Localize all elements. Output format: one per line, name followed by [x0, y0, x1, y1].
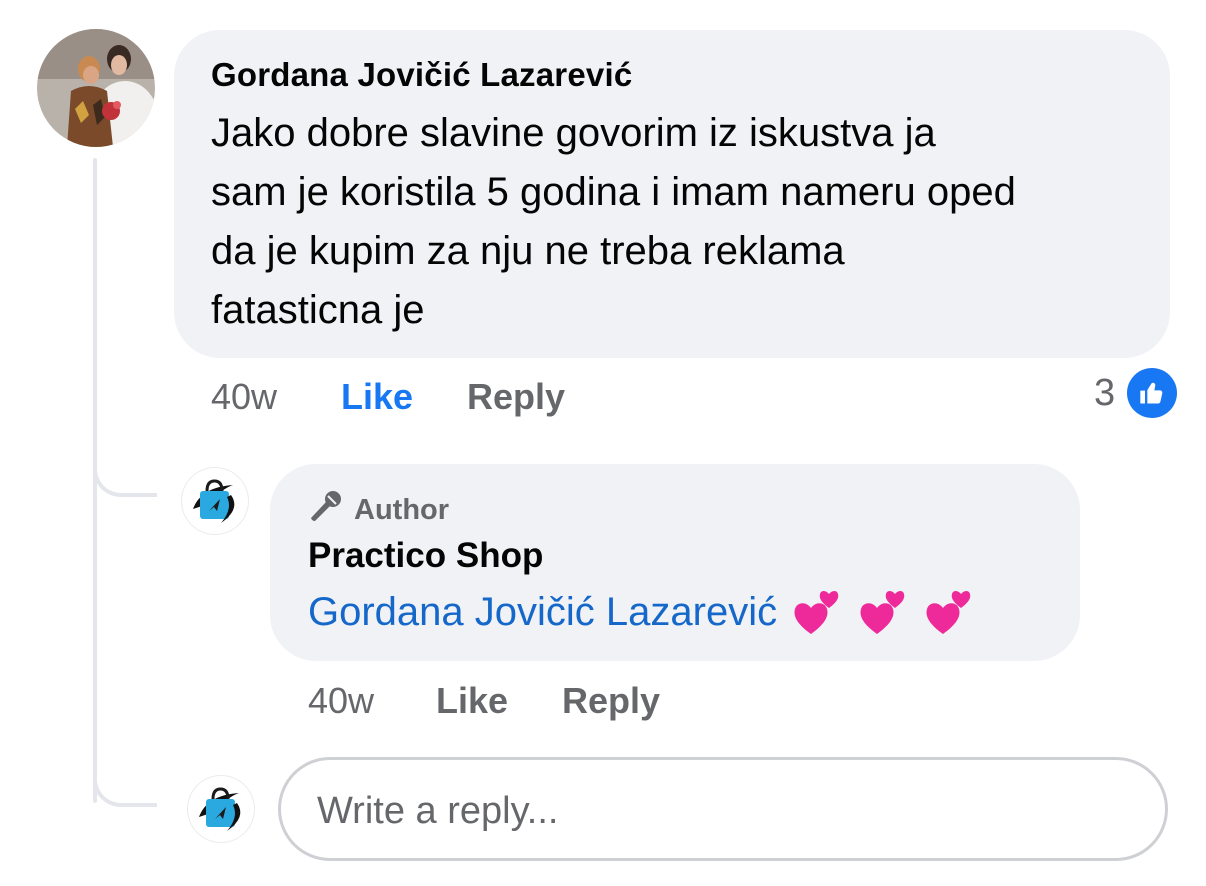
author-badge-label: Author: [354, 493, 450, 526]
shop-avatar[interactable]: [181, 467, 249, 535]
reply-timestamp[interactable]: 40w: [308, 680, 436, 722]
thumbs-up-icon: [1127, 368, 1178, 418]
reply-author-name[interactable]: Practico Shop: [308, 536, 543, 576]
emoji-group: [791, 586, 975, 638]
comment-actions: 40w Like Reply: [211, 372, 565, 422]
two-hearts-emoji-icon: [860, 591, 905, 634]
thread-connector-reply: [93, 445, 157, 497]
two-hearts-emoji-icon: [926, 591, 971, 634]
two-hearts-emoji-icon: [794, 591, 839, 634]
commenter-avatar[interactable]: [37, 29, 155, 147]
comment-text-line: Jako dobre slavine govorim iz iskustva j…: [211, 111, 936, 155]
mention-link[interactable]: Gordana Jovičić Lazarević: [308, 590, 777, 635]
comment-text-line: fatasticna je: [211, 288, 425, 332]
comment-text: Jako dobre slavine govorim iz iskustva j…: [211, 104, 1161, 340]
reply-input[interactable]: [315, 784, 1119, 838]
composer-avatar[interactable]: [187, 775, 255, 843]
shopping-bag-logo-icon: [188, 776, 254, 842]
thread-connector-composer: [93, 755, 157, 807]
comment-timestamp[interactable]: 40w: [211, 376, 341, 418]
comment-text-line: sam je koristila 5 godina i imam nameru …: [211, 170, 1016, 214]
comment-reply-button[interactable]: Reply: [467, 376, 565, 418]
reply-actions: 40w Like Reply: [308, 676, 660, 726]
reply-composer[interactable]: [278, 757, 1168, 861]
comment-like-button[interactable]: Like: [341, 376, 467, 418]
comment-author-name[interactable]: Gordana Jovičić Lazarević: [211, 56, 632, 94]
microphone-icon: [308, 488, 344, 532]
reaction-summary[interactable]: 3: [1094, 366, 1178, 420]
comment-text-line: da je kupim za nju ne treba reklama: [211, 229, 845, 273]
shopping-bag-logo-icon: [182, 468, 248, 534]
reply-text: Gordana Jovičić Lazarević: [308, 586, 975, 638]
reaction-count: 3: [1094, 371, 1116, 414]
author-badge: Author: [308, 490, 449, 530]
reply-like-button[interactable]: Like: [436, 680, 562, 722]
reply-reply-button[interactable]: Reply: [562, 680, 660, 722]
avatar-photo: [37, 29, 155, 147]
